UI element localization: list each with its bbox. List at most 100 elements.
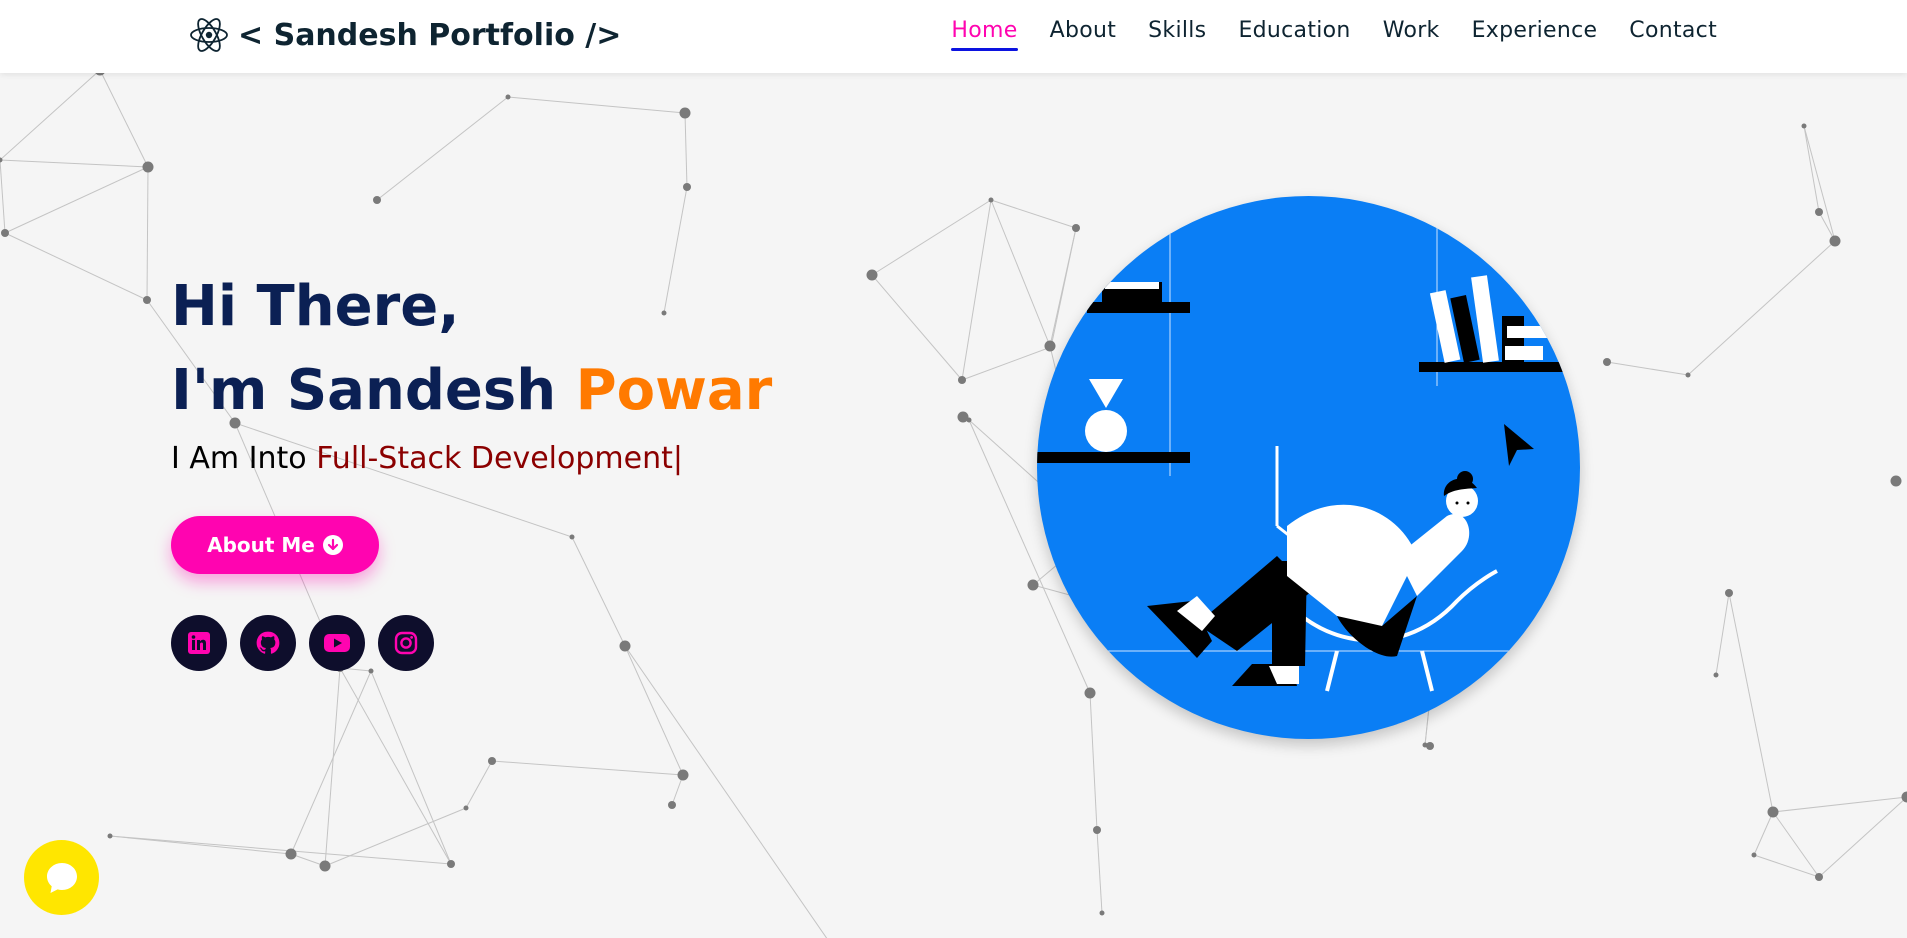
github-icon (256, 631, 280, 654)
particle-link (1772, 811, 1820, 878)
particle-link (324, 807, 467, 867)
particle-link (1089, 692, 1098, 831)
particle-link (0, 159, 149, 168)
particle-link (4, 232, 148, 301)
particle-link (109, 835, 452, 865)
nav-experience[interactable]: Experience (1472, 18, 1598, 49)
particle-link (990, 199, 1051, 347)
chat-bubble-icon (46, 862, 77, 893)
nav-skills[interactable]: Skills (1148, 18, 1206, 49)
particle-node (683, 183, 691, 191)
site-logo[interactable]: < Sandesh Portfolio /> (188, 12, 621, 58)
particle-link (961, 199, 992, 381)
particle-node (107, 833, 113, 839)
particle-node (505, 94, 511, 100)
particle-link (109, 835, 292, 855)
particle-link (1715, 592, 1730, 676)
nav-contact[interactable]: Contact (1629, 18, 1717, 49)
tagline-role: Full-Stack Development| (316, 441, 683, 476)
about-me-button[interactable]: About Me (171, 516, 379, 574)
particle-node (1, 229, 9, 237)
particle-link (465, 760, 493, 809)
chat-widget-button[interactable] (24, 840, 99, 915)
particle-link (146, 166, 149, 301)
nav-work[interactable]: Work (1383, 18, 1440, 49)
particle-link (0, 159, 6, 234)
particle-node (1801, 123, 1807, 129)
github-link[interactable] (240, 615, 296, 671)
nav-about[interactable]: About (1050, 18, 1117, 49)
react-atom-icon (190, 18, 228, 52)
main-nav: Home About Skills Education Work Experie… (951, 18, 1717, 51)
linkedin-link[interactable] (171, 615, 227, 671)
particle-node (668, 801, 676, 809)
arrow-down-circle-icon (322, 535, 343, 555)
particle-link (0, 69, 101, 161)
person-reclining-with-laptop-illustration (1037, 226, 1580, 692)
hero-greeting: Hi There, (171, 274, 460, 339)
particle-node (958, 376, 966, 384)
particle-node (285, 848, 297, 860)
youtube-link[interactable] (309, 615, 365, 671)
particle-link (1606, 361, 1689, 376)
linkedin-icon (188, 632, 210, 654)
hero-tagline: I Am Into Full-Stack Development| (171, 441, 772, 476)
instagram-link[interactable] (378, 615, 434, 671)
logo-text: < Sandesh Portfolio /> (238, 17, 622, 53)
particle-node (1815, 208, 1823, 216)
hero-name-accent: Powar (575, 358, 773, 423)
particle-node (1685, 372, 1691, 378)
particle-node (1099, 910, 1105, 916)
particle-node (1767, 806, 1779, 818)
particle-node (569, 534, 575, 540)
instagram-icon (394, 631, 418, 655)
particle-node (1093, 826, 1101, 834)
hero-illustration (1037, 196, 1580, 739)
particle-node (319, 860, 331, 872)
youtube-icon (324, 634, 350, 652)
particle-link (324, 667, 341, 867)
nav-home[interactable]: Home (951, 18, 1018, 51)
particle-link (1753, 811, 1774, 856)
particle-link (624, 645, 828, 938)
nav-education[interactable]: Education (1238, 18, 1350, 49)
particle-link (1050, 227, 1077, 348)
particle-node (957, 411, 969, 423)
particle-link (339, 667, 452, 865)
particle-link (684, 112, 688, 188)
particle-node (143, 296, 151, 304)
particle-link (871, 274, 963, 381)
tagline-prefix: I Am Into (171, 441, 317, 476)
particle-link (961, 346, 1052, 381)
particle-link (507, 96, 686, 114)
particle-node (1815, 873, 1823, 881)
particle-link (871, 199, 992, 276)
particle-node (988, 197, 994, 203)
particle-node (619, 640, 631, 652)
particle-link (1753, 854, 1820, 878)
particle-node (1073, 225, 1079, 231)
particle-node (677, 769, 689, 781)
particle-node (679, 107, 691, 119)
particle-link (990, 199, 1077, 229)
particle-node (1713, 672, 1719, 678)
particle-node (1027, 579, 1039, 591)
particle-node (463, 805, 469, 811)
particle-node (1725, 589, 1733, 597)
particle-node (1047, 343, 1055, 351)
particle-link (370, 670, 452, 865)
particle-link (376, 96, 509, 201)
particle-node (866, 269, 878, 281)
particle-link (290, 670, 372, 855)
particle-node (1829, 235, 1841, 247)
particle-link (99, 69, 149, 168)
particle-link (1096, 829, 1103, 914)
particle-node (1426, 742, 1434, 750)
social-links (171, 615, 434, 671)
particle-link (1803, 125, 1836, 242)
particle-node (142, 161, 154, 173)
about-me-label: About Me (207, 533, 315, 557)
particle-node (447, 860, 455, 868)
particle-node (1084, 687, 1096, 699)
particle-node (373, 196, 381, 204)
